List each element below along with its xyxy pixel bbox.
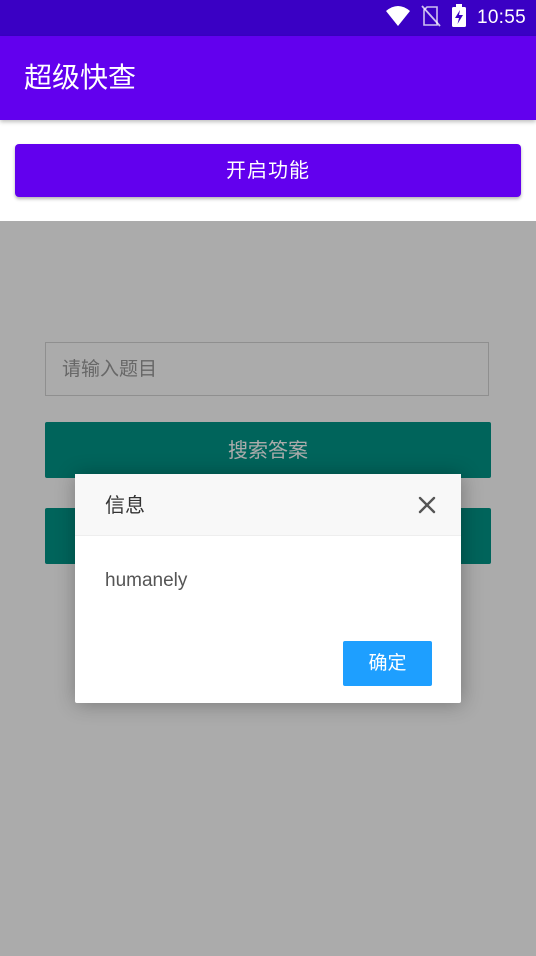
status-bar: 10:55 (0, 0, 536, 36)
enable-function-button[interactable]: 开启功能 (15, 144, 521, 197)
close-icon[interactable] (415, 493, 439, 517)
status-time: 10:55 (476, 7, 526, 28)
app-title: 超级快查 (24, 61, 137, 94)
dialog-header: 信息 (75, 474, 461, 536)
status-icons: 10:55 (385, 0, 526, 36)
dialog-title: 信息 (105, 493, 145, 517)
no-sim-icon (421, 5, 441, 31)
app-bar: 超级快查 (0, 36, 536, 120)
wifi-icon (385, 5, 411, 31)
battery-charging-icon (451, 4, 467, 32)
info-dialog: 信息 humanely 确定 (75, 474, 461, 703)
dialog-message: humanely (105, 570, 188, 591)
dialog-ok-button[interactable]: 确定 (343, 641, 432, 686)
